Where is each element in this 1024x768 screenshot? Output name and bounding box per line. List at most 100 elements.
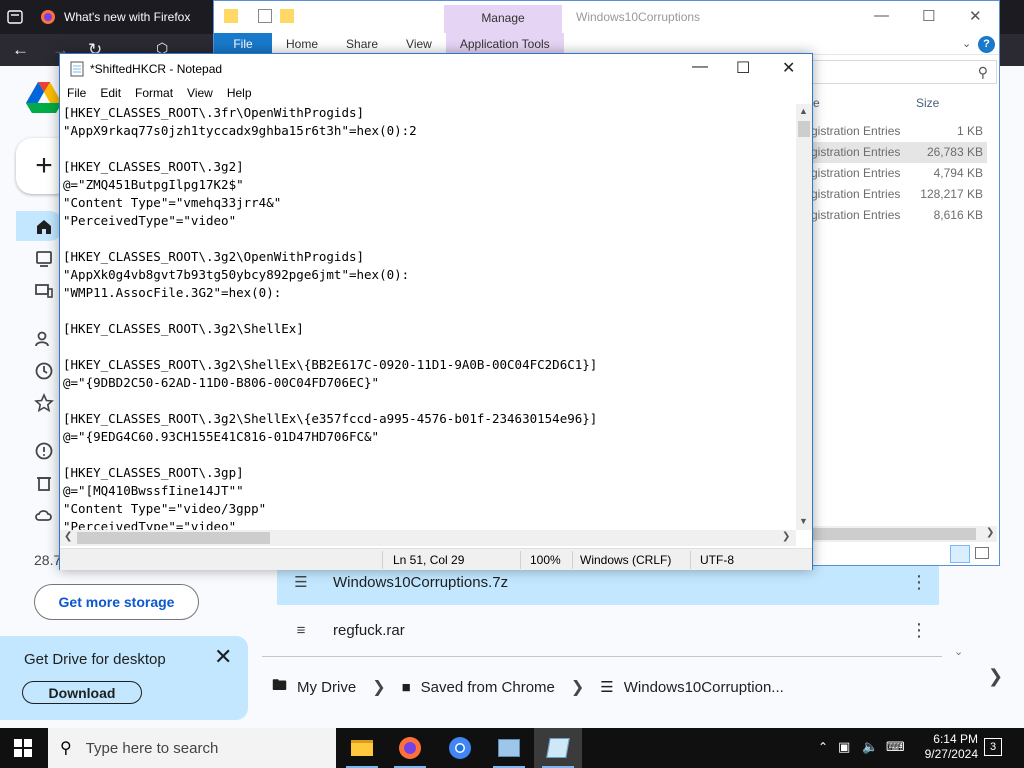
browser-tab[interactable]: What's new with Firefox	[30, 2, 210, 32]
firefox-icon	[399, 737, 421, 759]
spam-icon[interactable]	[34, 441, 54, 461]
get-more-storage-button[interactable]: Get more storage	[34, 584, 199, 620]
taskbar-notepad[interactable]	[534, 728, 582, 768]
breadcrumb-item[interactable]: My Drive	[297, 679, 356, 696]
menu-view[interactable]: View	[180, 83, 220, 103]
close-icon[interactable]: ✕	[782, 58, 795, 78]
line-endings: Windows (CRLF)	[580, 553, 672, 567]
tab-share[interactable]: Share	[332, 33, 392, 54]
menu-edit[interactable]: Edit	[93, 83, 128, 103]
list-item[interactable]: gistration Entries 4,794 KB	[803, 163, 987, 184]
notepad-icon	[546, 738, 570, 758]
notification-icon[interactable]: 3	[984, 738, 1002, 756]
breadcrumb: 🖿 My Drive ❯ ■ Saved from Chrome ❯ ☰ Win…	[272, 672, 784, 702]
back-icon[interactable]: ←	[12, 40, 29, 60]
tab-file[interactable]: File	[214, 33, 272, 54]
list-item[interactable]: gistration Entries 26,783 KB	[803, 142, 987, 163]
column-header-type[interactable]: e	[813, 96, 820, 110]
explorer-titlebar: Manage Windows10Corruptions — ☐ ✕	[214, 1, 999, 33]
explorer-search-input[interactable]: ⚲	[803, 60, 997, 84]
scrollbar-thumb[interactable]	[77, 532, 270, 544]
column-header-size[interactable]: Size	[916, 96, 939, 110]
clock-date: 9/27/2024	[924, 747, 978, 761]
minimize-icon[interactable]: —	[874, 7, 889, 24]
scroll-right-icon[interactable]: ❯	[782, 531, 790, 542]
details-view-icon[interactable]	[950, 545, 970, 563]
maximize-icon[interactable]: ☐	[736, 58, 750, 78]
notepad-text-area[interactable]: [HKEY_CLASSES_ROOT\.3fr\OpenWithProgids]…	[63, 104, 796, 530]
help-icon[interactable]: ?	[978, 36, 995, 53]
more-vert-icon[interactable]: ⋮	[899, 620, 939, 641]
scroll-down-icon[interactable]: ▼	[799, 516, 808, 526]
google-drive-logo[interactable]	[26, 82, 62, 114]
devices-icon[interactable]	[34, 281, 54, 301]
list-item[interactable]: gistration Entries 1 KB	[803, 121, 987, 142]
file-row[interactable]: ≡ regfuck.rar ⋮	[277, 607, 939, 653]
regedit-icon	[498, 739, 520, 757]
menu-help[interactable]: Help	[220, 83, 259, 103]
firefox-icon	[41, 10, 55, 24]
tab-application-tools[interactable]: Application Tools	[445, 33, 564, 54]
tab-home[interactable]: Home	[272, 33, 332, 54]
keyboard-icon[interactable]: ⌨	[886, 739, 905, 755]
properties-icon[interactable]	[258, 9, 272, 23]
clock[interactable]: 6:14 PM 9/27/2024	[914, 732, 978, 762]
scroll-left-icon[interactable]: ❮	[64, 531, 72, 542]
scrollbar-thumb[interactable]	[811, 528, 976, 540]
taskbar-file-explorer[interactable]	[338, 728, 386, 768]
notepad-window: *ShiftedHKCR - Notepad — ☐ ✕ File Edit F…	[59, 53, 813, 570]
file-size: 4,794 KB	[933, 166, 983, 180]
list-item[interactable]: gistration Entries 8,616 KB	[803, 205, 987, 226]
maximize-icon[interactable]: ☐	[922, 7, 935, 25]
list-item[interactable]: gistration Entries 128,217 KB	[803, 184, 987, 205]
chevron-down-icon[interactable]: ⌄	[954, 645, 963, 658]
menu-file[interactable]: File	[60, 83, 93, 103]
scrollbar-thumb[interactable]	[798, 121, 810, 137]
scroll-up-icon[interactable]: ▲	[799, 106, 808, 116]
chevron-right-icon[interactable]: ❯	[988, 666, 1003, 687]
vertical-scrollbar[interactable]: ▲ ▼	[796, 104, 812, 530]
taskbar-firefox[interactable]	[386, 728, 434, 768]
status-divider	[690, 551, 691, 569]
close-icon[interactable]: ✕	[214, 644, 232, 670]
cloud-icon[interactable]	[34, 505, 54, 525]
tab-view[interactable]: View	[392, 33, 446, 54]
explorer-horizontal-scrollbar[interactable]: ❯	[811, 526, 997, 542]
zoom-level: 100%	[530, 553, 561, 567]
large-icons-view-icon[interactable]	[975, 547, 989, 559]
taskbar-search-input[interactable]: ⚲ Type here to search	[48, 728, 336, 768]
taskbar-regedit[interactable]	[485, 728, 533, 768]
home-icon	[37, 220, 51, 234]
taskbar: ⚲ Type here to search ⌃ ▣ 🔈 ⌨ 6:14 PM 9/…	[0, 728, 1024, 768]
close-icon[interactable]: ✕	[969, 7, 982, 25]
trash-icon[interactable]	[34, 473, 54, 493]
manage-tab[interactable]: Manage	[444, 5, 562, 33]
chevron-up-icon[interactable]: ⌃	[818, 740, 828, 754]
minimize-icon[interactable]: —	[692, 58, 708, 76]
star-icon[interactable]	[34, 393, 54, 413]
menu-format[interactable]: Format	[128, 83, 180, 103]
computer-icon[interactable]	[34, 249, 54, 269]
chevron-down-icon[interactable]: ⌄	[962, 37, 971, 50]
people-icon[interactable]	[34, 329, 54, 349]
horizontal-scrollbar[interactable]: ❮ ❯	[60, 530, 796, 546]
clock-icon[interactable]	[34, 361, 54, 381]
new-folder-icon[interactable]	[280, 9, 294, 23]
folder-icon: 🖿	[272, 676, 288, 694]
status-divider	[382, 551, 383, 569]
network-icon[interactable]: ▣	[838, 739, 850, 755]
taskbar-chrome[interactable]	[436, 728, 484, 768]
breadcrumb-item[interactable]: Windows10Corruption...	[624, 679, 784, 696]
windows-start-icon[interactable]	[14, 739, 32, 757]
volume-icon[interactable]: 🔈	[862, 739, 878, 755]
more-vert-icon[interactable]: ⋮	[899, 572, 939, 593]
tab-list-icon[interactable]	[6, 8, 24, 26]
rar-file-icon: ≡	[296, 621, 306, 639]
explorer-ribbon: File Home Share View Application Tools ⌄…	[214, 33, 999, 55]
file-size: 8,616 KB	[933, 208, 983, 222]
scroll-right-icon[interactable]: ❯	[986, 527, 994, 538]
breadcrumb-item[interactable]: Saved from Chrome	[421, 679, 555, 696]
download-button[interactable]: Download	[22, 681, 142, 704]
zip-file-icon: ☰	[294, 574, 308, 591]
file-name: regfuck.rar	[333, 621, 405, 639]
